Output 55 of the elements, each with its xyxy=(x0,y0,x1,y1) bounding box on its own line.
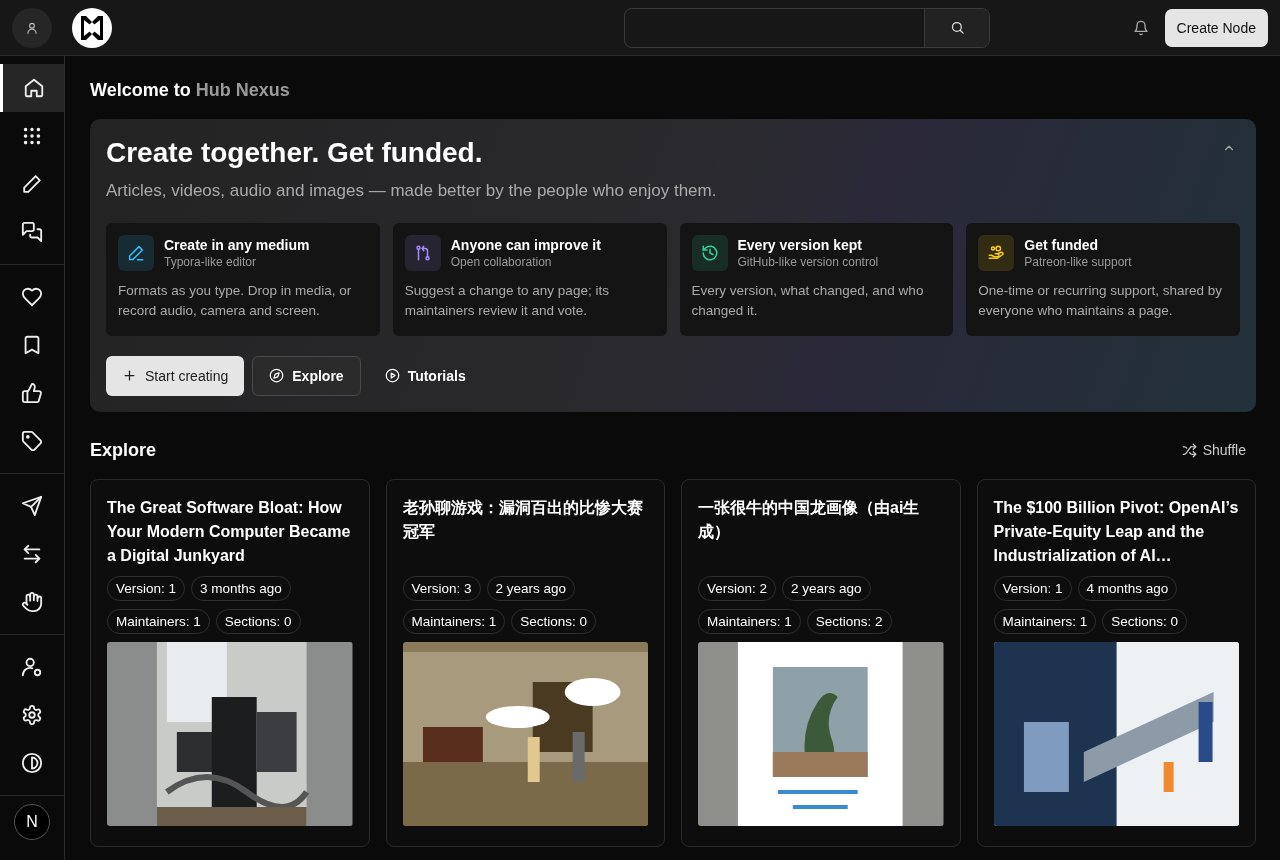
search-icon xyxy=(949,20,965,35)
search-field[interactable] xyxy=(624,7,991,48)
feature-subtitle: Patreon-like support xyxy=(1024,255,1132,269)
user-icon xyxy=(25,20,39,35)
feature-description: Suggest a change to any page; its maintainers review it and vote. xyxy=(404,282,610,321)
feature-description: Formats as you type. Drop in media, or record audio, camera and screen. xyxy=(118,282,353,321)
play-icon xyxy=(384,368,400,383)
feature-description: One-time or recurring support, shared by everyone who maintains a page. xyxy=(978,282,1224,321)
shuffle-icon xyxy=(1181,442,1197,458)
user-gear-icon xyxy=(21,656,43,678)
start-creating-button[interactable]: Start creating xyxy=(106,355,245,396)
feature-subtitle: Typora-like editor xyxy=(164,255,258,269)
section-title: Explore xyxy=(90,439,157,461)
card-title: 一张很牛的中国龙画像（由ai生成） xyxy=(698,497,921,542)
pencil-icon xyxy=(21,173,43,195)
settings-icon xyxy=(21,704,43,726)
tutorials-button[interactable]: Tutorials xyxy=(368,355,482,396)
bell-icon[interactable] xyxy=(1132,19,1149,36)
account-button[interactable] xyxy=(12,7,52,48)
card-title: The $100 Billion Pivot: OpenAI’s Private-Equity Leap and the Industrialization of AI… xyxy=(993,497,1239,566)
logo-icon[interactable] xyxy=(72,7,112,48)
thumbs-up-icon xyxy=(21,382,43,404)
node-card[interactable]: The $100 Billion Pivot: OpenAI’s Private-Equity Leap and the Industrialization of AI… Version: 1 4 months ago Maintainers: 1 Sections: 0 xyxy=(976,478,1256,847)
hand-icon xyxy=(21,591,43,613)
card-title: The Great Software Bloat: How Your Modern Computer Became a Digital Junkyard xyxy=(107,497,352,566)
home-icon xyxy=(22,77,45,99)
feature-title: Every version kept xyxy=(737,237,863,253)
feature-subtitle: GitHub-like version control xyxy=(737,255,879,269)
node-card[interactable]: 老孙聊游戏：漏洞百出的比惨大赛冠军 Version: 3 2 years ago Maintainers: 1 Sections: 0 xyxy=(385,478,665,847)
create-node-button[interactable]: Create Node xyxy=(1164,8,1268,47)
feature-title: Get funded xyxy=(1024,237,1100,253)
welcome-heading: Welcome to Hub Nexus xyxy=(90,80,291,101)
home-button[interactable] xyxy=(0,64,64,112)
compass-icon xyxy=(269,368,285,383)
chat-icon xyxy=(21,221,43,243)
feature-description: Every version, what changed, and who changed it. xyxy=(691,282,925,321)
node-card[interactable]: The Great Software Bloat: How Your Modern Computer Became a Digital Junkyard Version: 1 3 months ago Maintainers: 1 Sections: 0 xyxy=(90,478,370,847)
shuffle-button[interactable]: Shuffle xyxy=(1171,442,1256,458)
heart-icon xyxy=(21,286,43,308)
send-icon xyxy=(21,495,43,517)
tag-icon xyxy=(21,430,43,452)
explore-button[interactable]: Explore xyxy=(252,355,361,396)
hero-subtitle: Articles, videos, audio and images — made better by the people who enjoy them. xyxy=(106,181,718,201)
plus-icon xyxy=(122,368,137,383)
hero-title: Create together. Get funded. xyxy=(106,137,483,169)
feature-subtitle: Open collaboration xyxy=(450,255,553,269)
feature-title: Create in any medium xyxy=(164,237,310,253)
node-card[interactable]: 一张很牛的中国龙画像（由ai生成） Version: 2 2 years ago Maintainers: 1 Sections: 2 xyxy=(681,478,961,847)
card-title: 老孙聊游戏：漏洞百出的比惨大赛冠军 xyxy=(402,497,644,542)
swap-arrows-icon xyxy=(21,543,43,565)
feature-title: Anyone can improve it xyxy=(450,237,601,253)
search-button[interactable] xyxy=(924,8,990,47)
apps-icon xyxy=(21,125,43,147)
profile-avatar[interactable]: N xyxy=(14,804,50,840)
contrast-icon xyxy=(21,752,43,774)
